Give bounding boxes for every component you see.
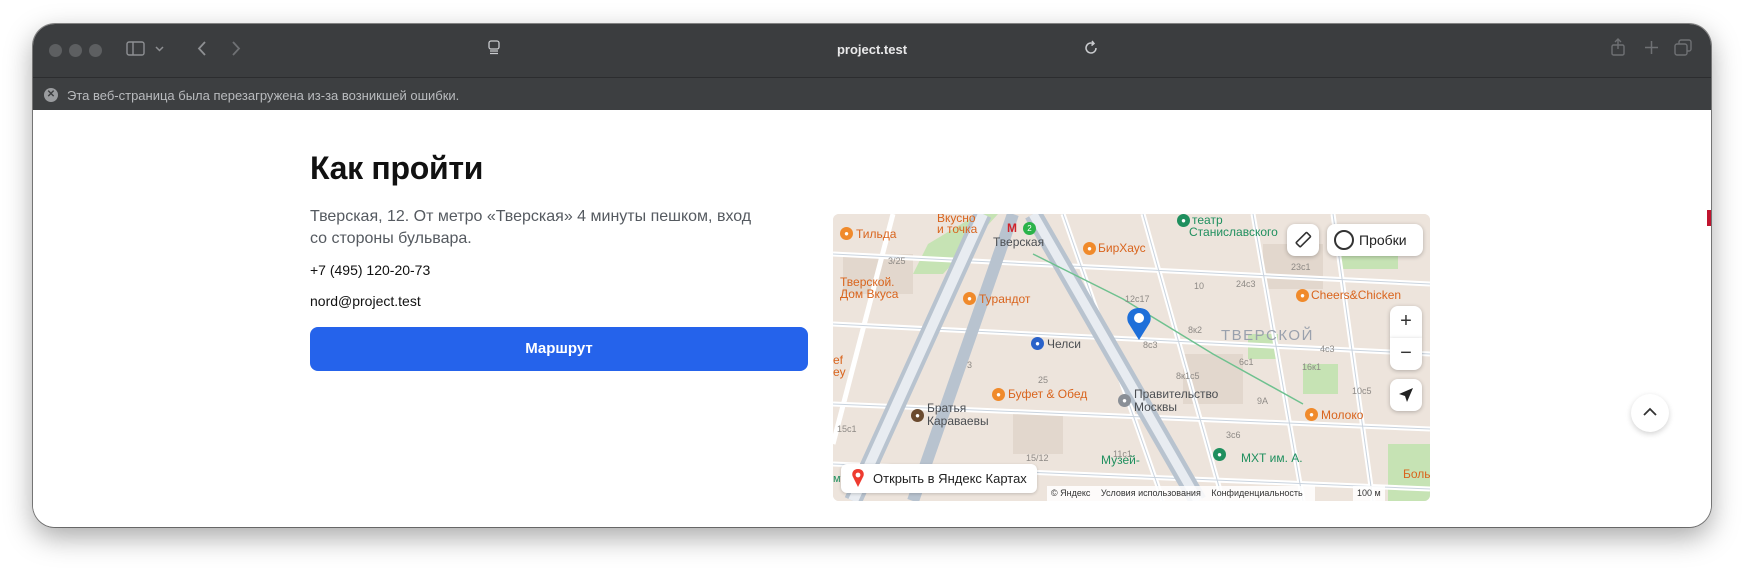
map-pin-icon: [852, 469, 864, 487]
browser-titlebar: project.test: [33, 24, 1711, 77]
phone-link[interactable]: +7 (495) 120-20-73: [310, 262, 430, 278]
food-icon: ●: [992, 388, 1005, 401]
geolocation-button[interactable]: [1390, 379, 1422, 411]
map-label-turandot: Турандот: [979, 292, 1031, 306]
chevron-up-icon: [1643, 407, 1657, 416]
map-label-district: ТВЕРСКОЙ: [1221, 327, 1314, 344]
metro-icon: М: [1007, 221, 1017, 235]
beer-icon: ●: [1083, 242, 1096, 255]
map-scale: 100 м: [1353, 486, 1385, 501]
privacy-link[interactable]: Конфиденциальность: [1211, 488, 1302, 498]
address-text: Тверская, 12. От метро «Тверская» 4 мину…: [310, 208, 752, 247]
reload-notice-text: Эта веб-страница была перезагружена из-з…: [67, 88, 460, 103]
map-label-chef-2: ey: [833, 365, 846, 379]
map-label-chelsi: Челси: [1047, 337, 1081, 351]
map-label-vkusno-2: и точка: [937, 222, 978, 236]
map-label-mxt: МХТ им. А.: [1241, 451, 1303, 465]
new-tab-icon[interactable]: [1644, 40, 1659, 59]
traffic-label: Пробки: [1359, 232, 1407, 248]
house-number: 12с17: [1125, 294, 1150, 304]
house-number: 6с1: [1239, 357, 1254, 367]
dismiss-notice-icon[interactable]: ✕: [44, 88, 58, 102]
map-label-tverskaya-metro: Тверская: [993, 235, 1045, 249]
map-label-bufet: Буфет & Обед: [1008, 387, 1088, 401]
bakery-icon: ●: [911, 409, 924, 422]
zoom-in-button[interactable]: +: [1390, 306, 1422, 338]
browser-window: project.test ✕ Эта веб-страница была пер…: [33, 24, 1711, 527]
house-number: 15/12: [1026, 453, 1049, 463]
yandex-map[interactable]: ● Тильда Вкусно и точка М 2 Тверская ● т…: [833, 214, 1430, 501]
map-label-moloko: Молоко: [1321, 408, 1364, 422]
house-number: 8к2: [1188, 325, 1202, 335]
map-label-bolsh: Боль: [1403, 467, 1430, 481]
house-number: 23с1: [1291, 262, 1311, 272]
open-in-yandex-maps-button[interactable]: Открыть в Яндекс Картах: [841, 464, 1037, 493]
government-icon: ●: [1118, 394, 1131, 407]
house-number: 3: [967, 360, 973, 370]
route-button[interactable]: Маршрут: [310, 327, 808, 371]
map-label-birhaus: БирХаус: [1098, 241, 1146, 255]
page-content: Как пройти Тверская, 12. От метро «Тверс…: [33, 110, 1711, 527]
metro-line-badge: 2: [1023, 222, 1036, 235]
house-number: 15с1: [837, 424, 857, 434]
yandex-copyright[interactable]: © Яндекс: [1051, 488, 1090, 498]
address-bar-url[interactable]: project.test: [33, 42, 1711, 57]
terms-link[interactable]: Условия использования: [1101, 488, 1201, 498]
house-number: 8с3: [1143, 340, 1158, 350]
open-in-yandex-maps-label: Открыть в Яндекс Картах: [873, 471, 1027, 486]
house-number: 11с1: [1113, 449, 1132, 459]
house-number: 24с3: [1236, 279, 1256, 289]
house-number: 10: [1194, 281, 1205, 291]
map-label-tverskoy-dom-2: Дом Вкуса: [840, 287, 899, 301]
map-label-tilda: Тильда: [856, 227, 897, 241]
map-label-teatr-2: Станиславского: [1189, 225, 1278, 239]
tabs-overview-icon[interactable]: [1674, 39, 1692, 60]
house-number: 25: [1038, 375, 1049, 385]
page-title: Как пройти: [310, 150, 484, 186]
house-number: 3с6: [1226, 430, 1241, 440]
house-number: 10с5: [1352, 386, 1372, 396]
ruler-button[interactable]: [1287, 224, 1319, 256]
location-arrow-icon: [1399, 388, 1413, 402]
traffic-button[interactable]: Пробки: [1327, 224, 1423, 256]
chicken-icon: ●: [1296, 289, 1309, 302]
cafe-icon: ●: [840, 227, 853, 240]
zoom-out-button[interactable]: −: [1390, 338, 1422, 370]
house-number: 4с3: [1320, 344, 1335, 354]
reload-icon[interactable]: [1083, 40, 1099, 60]
house-number: 3/25: [888, 256, 906, 266]
share-icon[interactable]: [1610, 38, 1626, 61]
email-link[interactable]: nord@project.test: [310, 293, 421, 309]
house-number: 8к1с5: [1176, 371, 1200, 381]
restaurant-icon: ●: [963, 292, 976, 305]
scroll-to-top-button[interactable]: [1631, 394, 1669, 432]
house-number: 16к1: [1302, 362, 1321, 372]
house-number: 9А: [1257, 396, 1269, 406]
map-label-cheers: Cheers&Chicken: [1311, 288, 1402, 302]
traffic-icon: [1334, 230, 1354, 250]
map-label-pravitelstvo-2: Москвы: [1134, 400, 1178, 414]
page-edge-marker: [1707, 210, 1711, 226]
ruler-icon: [1295, 231, 1312, 248]
map-label-bratya-2: Караваевы: [927, 414, 989, 428]
map-attribution: © Яндекс Условия использования Конфиденц…: [1047, 486, 1315, 501]
shop-icon: ●: [1031, 337, 1044, 350]
cafe-moloko-icon: ●: [1305, 408, 1318, 421]
museum-icon: ●: [1213, 448, 1226, 461]
